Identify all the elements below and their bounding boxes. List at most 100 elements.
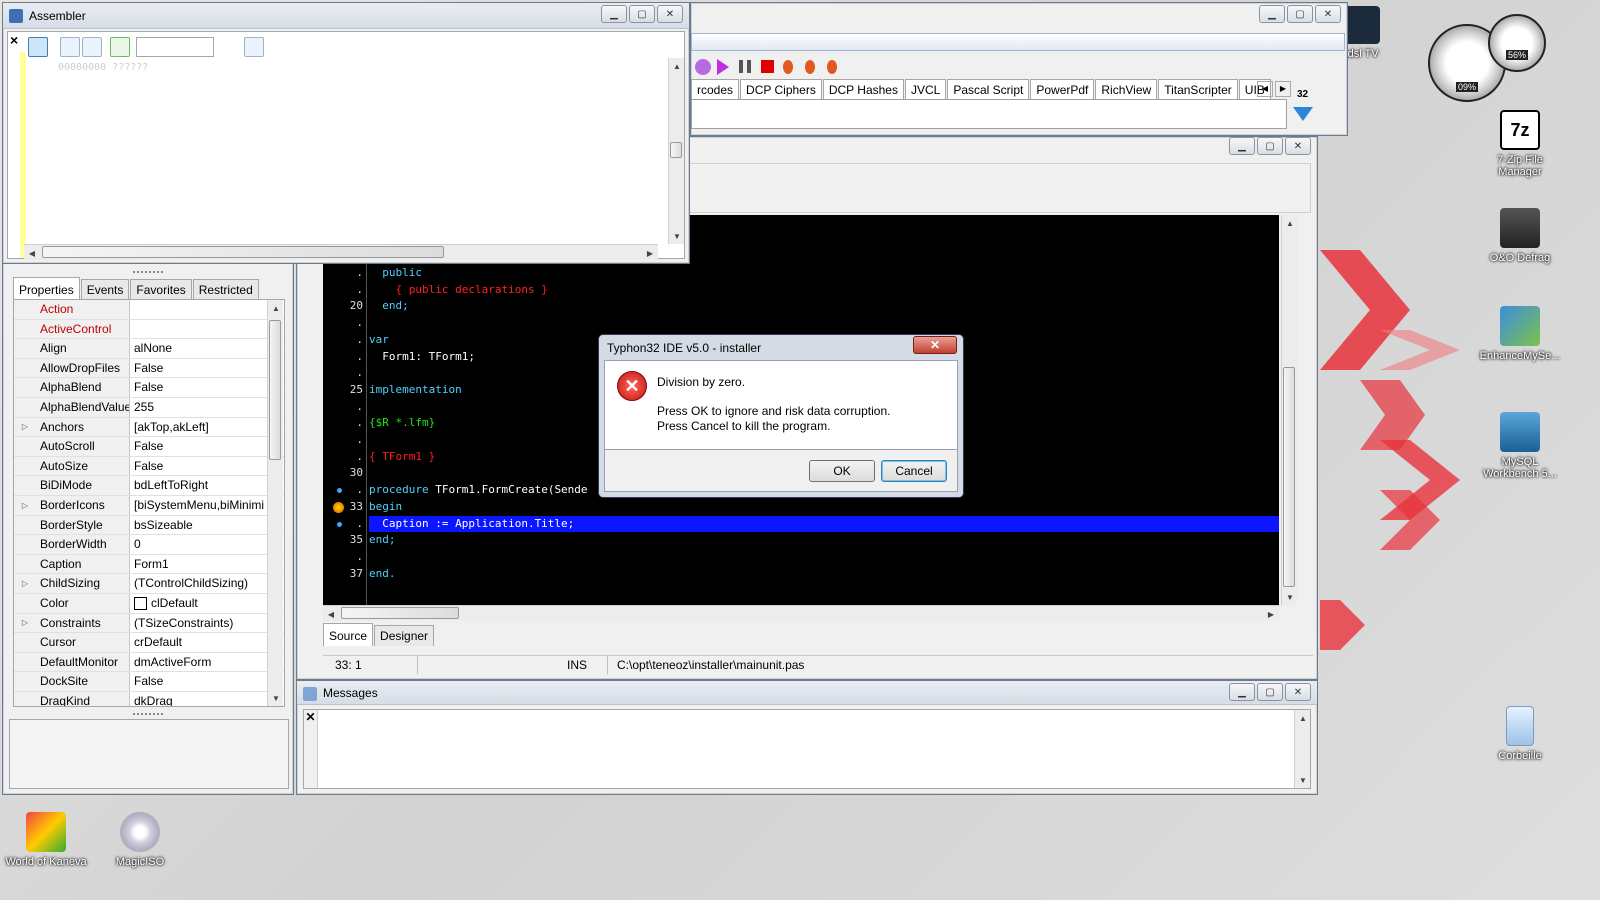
property-value[interactable]: [akTop,akLeft] <box>130 418 284 437</box>
dialog-caption[interactable]: Typhon32 IDE v5.0 - installer ✕ <box>599 335 963 359</box>
expand-arrow-icon[interactable]: ▷ <box>14 417 36 437</box>
scroll-right-icon[interactable]: ▶ <box>642 245 658 261</box>
copy-icon[interactable] <box>244 37 264 57</box>
property-row[interactable]: ▷ ChildSizing (TControlChildSizing) <box>14 574 284 594</box>
goto-icon[interactable] <box>110 37 130 57</box>
download-arrow-icon[interactable] <box>1293 107 1313 121</box>
line-gutter[interactable]: .. 20.... 25.... 30. 33. 35. 37 <box>323 215 367 605</box>
property-row[interactable]: AutoSize False <box>14 456 284 477</box>
step-over-icon[interactable] <box>805 60 815 74</box>
editor-vscroll-thumb[interactable] <box>1283 367 1295 587</box>
search-icon[interactable] <box>216 37 236 57</box>
scroll-down-icon[interactable]: ▼ <box>268 690 284 706</box>
run-icon[interactable] <box>717 59 729 75</box>
scroll-up-icon[interactable]: ▲ <box>1282 215 1298 231</box>
property-row[interactable]: ActiveControl <box>14 319 284 340</box>
property-value[interactable]: (TSizeConstraints) <box>130 614 284 633</box>
property-row[interactable]: BorderWidth 0 <box>14 535 284 555</box>
property-row[interactable]: BorderStyle bsSizeable <box>14 515 284 536</box>
property-row[interactable]: Action <box>14 300 284 320</box>
property-value[interactable]: dmActiveForm <box>130 653 284 672</box>
minimize-button[interactable]: ▁ <box>1259 5 1285 23</box>
execution-point-icon[interactable] <box>333 501 344 513</box>
scroll-down-icon[interactable]: ▼ <box>1295 772 1311 788</box>
assembler-hscrollbar[interactable]: ◀ ▶ <box>24 244 658 260</box>
messages-list[interactable]: ✕ ▲ ▼ <box>303 709 1311 789</box>
palette-tab[interactable]: Pascal Script <box>947 79 1030 100</box>
property-row[interactable]: BiDiMode bdLeftToRight <box>14 476 284 496</box>
scroll-down-icon[interactable]: ▼ <box>669 228 685 244</box>
palette-tab[interactable]: PowerPdf <box>1030 79 1095 100</box>
property-value[interactable] <box>130 320 284 339</box>
maximize-button[interactable]: ▢ <box>629 5 655 23</box>
scroll-up-icon[interactable]: ▲ <box>669 58 685 74</box>
pause-icon[interactable] <box>739 60 751 73</box>
palette-tab[interactable]: JVCL <box>904 79 947 100</box>
tab-properties[interactable]: Properties <box>13 277 80 300</box>
run-to-cursor-icon[interactable] <box>827 60 837 74</box>
property-value[interactable]: 255 <box>130 398 284 417</box>
splitter-grip[interactable] <box>133 713 163 715</box>
property-row[interactable]: ▷ Constraints (TSizeConstraints) <box>14 613 284 634</box>
stop-icon[interactable] <box>761 60 774 73</box>
tab-restricted[interactable]: Restricted <box>192 279 259 300</box>
desktop-icon-recycle-bin[interactable]: Corbeille <box>1474 706 1566 762</box>
property-row[interactable]: ▷ BorderIcons [biSystemMenu,biMinimi <box>14 495 284 516</box>
minimize-button[interactable]: ▁ <box>1229 683 1255 701</box>
scroll-right-icon[interactable]: ▶ <box>1263 606 1279 622</box>
property-row[interactable]: ▷ Anchors [akTop,akLeft] <box>14 417 284 438</box>
property-value[interactable]: False <box>130 359 284 378</box>
cancel-button[interactable]: Cancel <box>881 460 947 482</box>
property-value[interactable]: False <box>130 378 284 397</box>
palette-tab[interactable]: DCP Hashes <box>822 79 904 100</box>
tab-favorites[interactable]: Favorites <box>130 279 192 300</box>
close-button[interactable]: ✕ <box>657 5 683 23</box>
property-value[interactable]: 0 <box>130 535 284 554</box>
assembler-vscrollbar[interactable]: ▲ ▼ <box>668 58 684 244</box>
property-row[interactable]: AlphaBlend False <box>14 378 284 398</box>
property-row[interactable]: AutoScroll False <box>14 437 284 457</box>
property-row[interactable]: DockSite False <box>14 672 284 692</box>
breakpoint-dot-icon[interactable] <box>337 521 342 527</box>
property-row[interactable]: Cursor crDefault <box>14 633 284 653</box>
desktop-icon-mysql-workbench[interactable]: MySQL Workbench 5... <box>1474 412 1566 480</box>
property-value[interactable]: bsSizeable <box>130 516 284 535</box>
desktop-icon-world-of-kaneva[interactable]: World of Kaneva <box>0 812 92 868</box>
property-value[interactable]: clDefault <box>130 594 284 613</box>
palette-scroll-left[interactable]: ◀ <box>1257 81 1273 97</box>
messages-vscrollbar[interactable]: ▲ ▼ <box>1294 710 1310 788</box>
property-value[interactable]: (TControlChildSizing) <box>130 574 284 593</box>
editor-vscrollbar[interactable]: ▲ ▼ <box>1281 215 1297 605</box>
property-value[interactable]: False <box>130 457 284 476</box>
property-value[interactable]: [biSystemMenu,biMinimi <box>130 496 284 515</box>
step-into-icon[interactable] <box>783 60 793 74</box>
splitter-grip[interactable] <box>133 271 163 273</box>
code-line[interactable]: end. <box>369 566 1279 583</box>
property-value[interactable]: False <box>130 437 284 456</box>
expand-arrow-icon[interactable]: ▷ <box>14 574 36 593</box>
assembler-caption[interactable]: Assembler ▁ ▢ ✕ <box>3 3 689 29</box>
property-value[interactable] <box>130 300 284 319</box>
palette-tab[interactable]: TitanScripter <box>1158 79 1238 100</box>
property-value[interactable]: bdLeftToRight <box>130 476 284 495</box>
code-line[interactable]: { public declarations } <box>369 282 1279 299</box>
debug-icon[interactable] <box>695 59 711 75</box>
tab-designer[interactable]: Designer <box>374 625 435 646</box>
code-line[interactable] <box>369 549 1279 566</box>
close-icon[interactable]: ✕ <box>304 710 318 788</box>
close-button[interactable]: ✕ <box>1285 683 1311 701</box>
editor-hscroll-thumb[interactable] <box>341 607 459 619</box>
messages-caption[interactable]: Messages ▁ ▢ ✕ <box>297 681 1317 705</box>
scroll-down-icon[interactable]: ▼ <box>1282 589 1298 605</box>
tab-source[interactable]: Source <box>323 623 374 646</box>
code-line[interactable] <box>369 315 1279 332</box>
property-row[interactable]: DefaultMonitor dmActiveForm <box>14 652 284 673</box>
step-in-icon[interactable] <box>60 37 80 57</box>
editor-hscrollbar[interactable]: ◀ ▶ <box>323 605 1279 621</box>
gauge-gadget[interactable]: 09% 56% <box>1428 14 1548 104</box>
assembler-hscroll-thumb[interactable] <box>42 246 444 258</box>
scroll-left-icon[interactable]: ◀ <box>24 245 40 261</box>
property-grid[interactable]: Action ActiveControl Align alNone AllowDropF… <box>13 299 285 707</box>
property-row[interactable]: DragKind dkDrag <box>14 691 284 706</box>
maximize-button[interactable]: ▢ <box>1287 5 1313 23</box>
